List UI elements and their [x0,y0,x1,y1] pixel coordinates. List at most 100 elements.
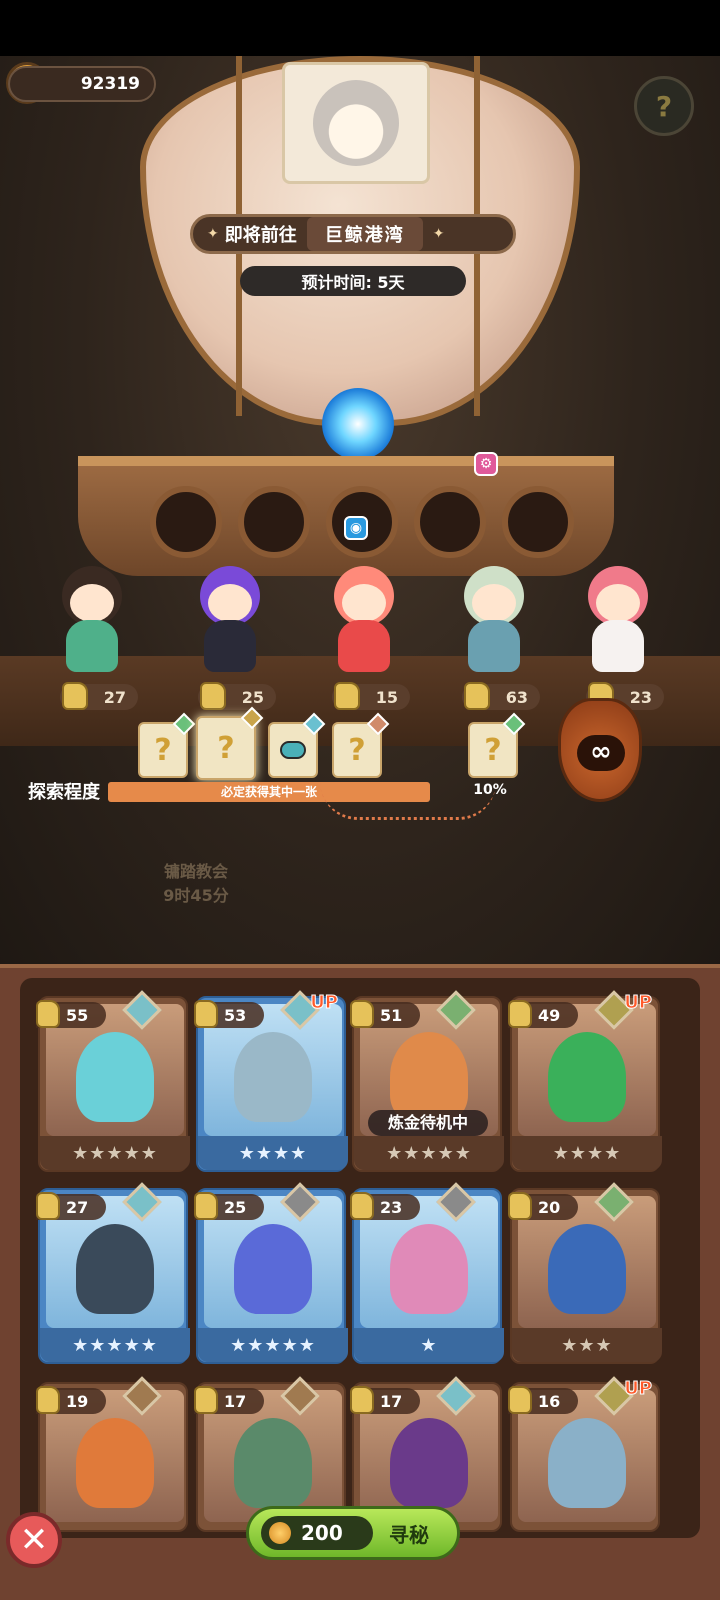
map-timer: 9时45分 [163,886,229,905]
eta-bar: 预计时间: 5天 [240,266,466,296]
seek-button[interactable]: 200 寻秘 [246,1506,460,1560]
porthole [238,486,310,558]
crew-member[interactable] [570,558,666,678]
hero-level: 20 [538,1197,561,1217]
hero-stars: ★★★★★ [40,1136,190,1170]
hero-level-tag: 49 [508,1000,578,1028]
hero-card[interactable]: 16 UP [508,1376,660,1532]
crew-face [342,584,386,622]
hero-card[interactable]: 27 ★★★★★ [36,1182,190,1364]
boot-icon [350,1000,374,1028]
boot-icon [36,1386,60,1414]
seek-label: 寻秘 [389,1522,429,1547]
currency-amount: 92319 [80,74,140,94]
crew-body [204,620,256,672]
close-button[interactable]: ✕ [6,1512,62,1568]
hero-card[interactable]: 25 ★★★★★ [194,1182,348,1364]
hero-card[interactable]: 53 UP ★★★★ [194,990,348,1172]
hero-stars: ★★★★ [198,1136,348,1170]
hero-level: 16 [538,1391,561,1411]
hero-card[interactable]: 19 [36,1376,188,1532]
reward-item-potion[interactable] [268,712,326,778]
crew-body [66,620,118,672]
boot-icon [200,682,226,710]
crew-body [468,620,520,672]
cost-pill: 200 [261,1516,373,1550]
crew-level: 25 [241,687,264,707]
hero-figure [548,1418,626,1508]
crew-level-tag: 63 [462,682,540,710]
hero-level: 17 [224,1391,247,1411]
exploration-percent: 10% [473,782,507,798]
infinite-pouch[interactable]: ∞ [558,698,642,802]
hero-level-tag: 25 [194,1192,264,1220]
sparkle-icon: ✦ [207,226,219,242]
hero-card[interactable]: 20 ★★★ [508,1182,662,1364]
boot-icon [36,1000,60,1028]
boot-icon [194,1192,218,1220]
crew-face [70,584,114,622]
hero-card[interactable]: 23 ★ [350,1182,504,1364]
crew-level-tag: 15 [332,682,410,710]
crew-member[interactable] [182,558,278,678]
hero-level-tag: 17 [350,1386,420,1414]
destination-portrait [282,62,430,184]
sparkle-icon: ✦ [432,226,445,242]
potion-icon [280,741,306,759]
crew-member[interactable] [446,558,542,678]
boot-icon [508,1386,532,1414]
map-place-name: 镛踏教会 [163,862,228,881]
hero-level-tag: 20 [508,1192,578,1220]
crew-level: 63 [505,687,528,707]
porthole [414,486,486,558]
hero-level-tag: 27 [36,1192,106,1220]
gear-badge-icon[interactable]: ⚙ [474,452,498,476]
hero-figure [390,1224,468,1314]
hero-level: 17 [380,1391,403,1411]
hero-level-tag: 19 [36,1386,106,1414]
hero-stars: ★★★ [512,1328,662,1362]
hero-level-tag: 23 [350,1192,420,1220]
map-location-hint: 镛踏教会 9时45分 [136,860,256,908]
hero-level: 51 [380,1005,403,1025]
hero-level-tag: 16 [508,1386,578,1414]
hero-level-tag: 17 [194,1386,264,1414]
hero-level: 55 [66,1005,89,1025]
currency-counter[interactable]: 92319 [8,66,156,102]
upgrade-badge: UP [624,1378,653,1400]
hero-card[interactable]: 51 ★★★★★ [350,990,504,1172]
hero-figure [234,1224,312,1314]
hero-card[interactable]: 55 ★★★★★ [36,990,190,1172]
hero-level: 23 [380,1197,403,1217]
hero-figure [234,1032,312,1122]
crew-member[interactable] [316,558,412,678]
water-badge-icon[interactable]: ◉ [344,516,368,540]
hero-card[interactable]: 49 UP ★★★★ [508,990,662,1172]
question-mark-icon[interactable]: ? [634,76,694,136]
crew-face [596,584,640,622]
crew-level: 15 [375,687,398,707]
crown-coin-icon [269,1522,291,1544]
character-portrait-image [313,80,399,166]
crew-face [208,584,252,622]
boot-icon [464,682,490,710]
alchemy-status-tag: 炼金待机中 [368,1110,488,1136]
status-bar-area [0,0,720,56]
upgrade-badge: UP [624,992,653,1014]
upgrade-badge: UP [310,992,339,1014]
hero-figure [76,1032,154,1122]
reward-scroll-highlighted[interactable]: ? [196,706,264,780]
reward-scroll[interactable]: ? [138,712,196,778]
hero-level: 27 [66,1197,89,1217]
crew-member[interactable] [44,558,140,678]
boot-icon [508,1000,532,1028]
reward-scroll[interactable]: ? [468,712,526,778]
hero-stars: ★★★★ [512,1136,662,1170]
reward-scroll[interactable]: ? [332,712,390,778]
hero-figure [390,1418,468,1508]
hero-figure [548,1032,626,1122]
exploration-label: 探索程度 [28,782,100,803]
crew-body [592,620,644,672]
eta-text: 预计时间: 5天 [301,273,405,292]
hero-level-tag: 55 [36,1000,106,1028]
